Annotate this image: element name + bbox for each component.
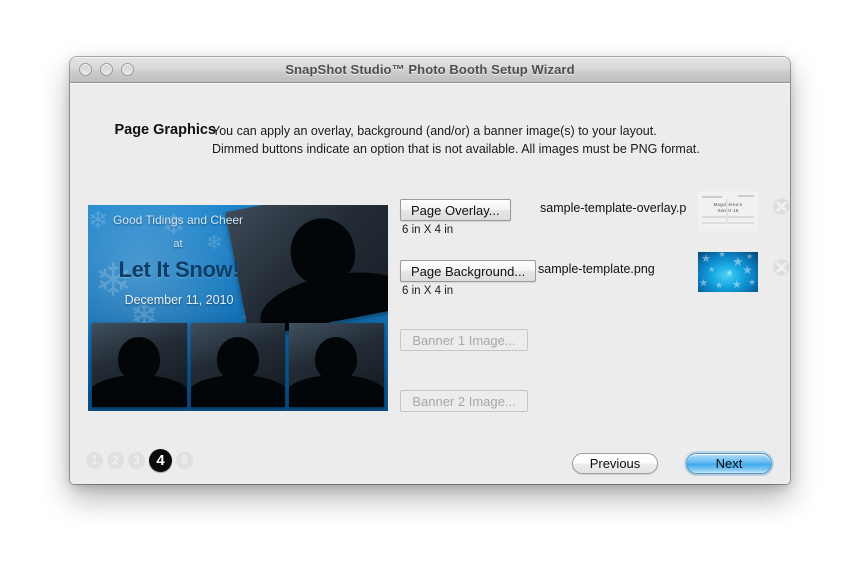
preview-photo-strip: [92, 323, 385, 407]
wizard-navigation: Previous Next: [572, 453, 772, 474]
preview-strip-photo: [289, 323, 385, 407]
next-button[interactable]: Next: [686, 453, 772, 474]
page-background-button[interactable]: Page Background...: [400, 260, 537, 282]
wizard-step-3[interactable]: 3: [128, 452, 145, 469]
page-overlay-dimensions: 6 in X 4 in: [402, 224, 454, 236]
page-overlay-thumbnail[interactable]: Magdalena's Sweet 16: [698, 191, 758, 231]
wizard-step-1[interactable]: 1: [86, 452, 103, 469]
window-body: Page Graphics You can apply an overlay, …: [70, 83, 790, 484]
page-title: Page Graphics: [114, 122, 216, 138]
person-silhouette-body: [289, 375, 385, 407]
banner-2-image-button: Banner 2 Image...: [400, 390, 528, 412]
page-background-row: Page Background... 6 in X 4 in sample-te…: [400, 252, 790, 300]
layout-preview: ❄ ❄ ❄ ❄ ❄ ❄ ❄ ❄ Good Tidings and Cheer a…: [88, 205, 388, 411]
wizard-step-5[interactable]: 5: [176, 452, 193, 469]
person-silhouette-body: [92, 375, 187, 407]
wizard-step-indicator: 1 2 3 4 5: [86, 449, 193, 472]
preview-event-date: December 11, 2010: [124, 293, 234, 307]
preview-greeting-text: Good Tidings and Cheer: [112, 213, 244, 227]
page-overlay-thumb-text-2: Sweet 16: [717, 208, 739, 213]
page-overlay-thumb-text-1: Magdalena's: [713, 202, 743, 207]
preview-event-title: Let It Snow!: [118, 257, 240, 282]
banner-1-image-button: Banner 1 Image...: [400, 329, 528, 351]
person-silhouette-body: [190, 375, 286, 407]
previous-button[interactable]: Previous: [572, 453, 658, 474]
page-background-dimensions: 6 in X 4 in: [402, 285, 454, 297]
wizard-window: SnapShot Studio™ Photo Booth Setup Wizar…: [70, 57, 790, 484]
wizard-step-4[interactable]: 4: [149, 449, 172, 472]
screen: SnapShot Studio™ Photo Booth Setup Wizar…: [0, 0, 860, 568]
wizard-step-2[interactable]: 2: [107, 452, 124, 469]
page-background-filename: sample-template.png: [538, 262, 655, 276]
window-title: SnapShot Studio™ Photo Booth Setup Wizar…: [285, 62, 575, 77]
page-background-remove-button[interactable]: [773, 259, 790, 276]
page-overlay-button[interactable]: Page Overlay...: [400, 199, 511, 221]
preview-strip-photo: [92, 323, 187, 407]
page-overlay-filename: sample-template-overlay.p: [540, 201, 687, 215]
page-background-thumbnail[interactable]: ★ ★ ★ ★ ★ ★ ★ ★ ★ ★ ★: [698, 252, 758, 292]
graphics-controls: Page Overlay... 6 in X 4 in sample-templ…: [400, 84, 790, 484]
window-titlebar[interactable]: SnapShot Studio™ Photo Booth Setup Wizar…: [70, 57, 790, 83]
preview-at-text: at: [173, 238, 183, 250]
page-overlay-remove-button[interactable]: [773, 198, 790, 215]
preview-strip-photo: [190, 323, 286, 407]
page-overlay-row: Page Overlay... 6 in X 4 in sample-templ…: [400, 191, 790, 239]
